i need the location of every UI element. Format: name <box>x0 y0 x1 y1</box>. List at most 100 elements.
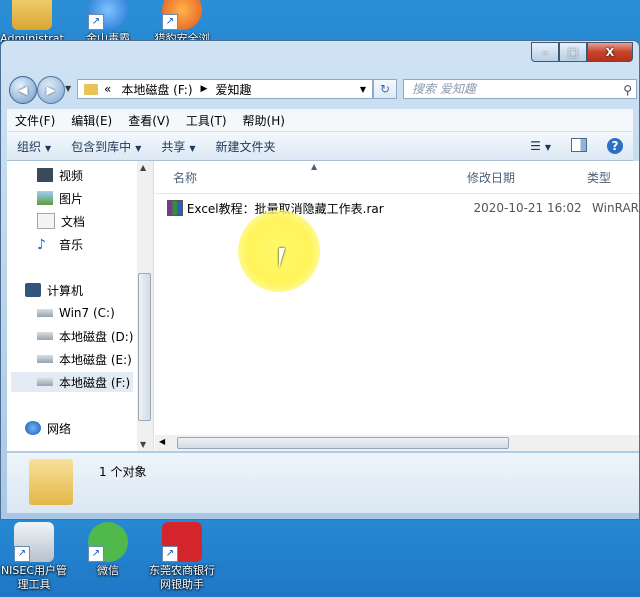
minimize-button[interactable]: – <box>531 42 559 62</box>
wechat-icon: ↗ <box>88 522 128 562</box>
search-icon[interactable]: ⚲ <box>623 81 632 99</box>
chevron-down-icon: ▼ <box>544 143 551 152</box>
antivirus-icon: ↗ <box>88 0 128 30</box>
chevron-down-icon: ▼ <box>135 143 142 153</box>
content-area: 视频 图片 文档 ♪ 音乐 计算机 Win7 (C:) 本地磁盘 (D:) 本地磁… <box>7 161 639 451</box>
picture-icon <box>37 191 53 205</box>
file-type: WinRAR <box>592 201 639 215</box>
scroll-up-icon: ▲ <box>140 163 147 172</box>
organize-button[interactable]: 组织 ▼ <box>7 138 61 155</box>
document-icon <box>37 213 55 229</box>
nav-item-drive-f[interactable]: 本地磁盘 (F:) <box>11 372 133 392</box>
back-button[interactable]: ◀ <box>9 76 37 104</box>
search-input[interactable]: 搜索 爱知趣 ⚲ <box>403 79 637 99</box>
shortcut-arrow-icon: ↗ <box>162 14 178 30</box>
address-segment-folder[interactable]: 爱知趣 <box>215 81 251 98</box>
desktop-icon-label: 微信 <box>97 564 119 577</box>
column-header-name[interactable]: 名称 <box>173 169 197 186</box>
menu-bar: 文件(F) 编辑(E) 查看(V) 工具(T) 帮助(H) <box>7 109 633 132</box>
desktop-icon-wechat[interactable]: ↗ 微信 <box>70 522 146 578</box>
recent-pages-chevron-icon[interactable]: ▼ <box>65 84 71 93</box>
desktop-icon-nisec[interactable]: ↗ NISEC用户管理工具 <box>0 522 72 592</box>
menu-view[interactable]: 查看(V) <box>120 112 178 129</box>
preview-pane-icon <box>571 137 587 152</box>
help-button[interactable]: ? <box>597 138 633 154</box>
navigation-pane: 视频 图片 文档 ♪ 音乐 计算机 Win7 (C:) 本地磁盘 (D:) 本地磁… <box>7 161 154 451</box>
file-list-hscrollbar[interactable]: ◀ <box>155 435 639 451</box>
drive-icon <box>37 332 53 340</box>
menu-edit[interactable]: 编辑(E) <box>63 112 120 129</box>
new-folder-button[interactable]: 新建文件夹 <box>206 138 286 155</box>
nav-item-drive-c[interactable]: Win7 (C:) <box>37 303 115 323</box>
large-folder-icon <box>29 459 73 505</box>
maximize-button[interactable]: □ <box>559 42 587 62</box>
nav-item-documents[interactable]: 文档 <box>37 211 85 231</box>
sort-ascending-icon: ▲ <box>311 162 318 171</box>
nav-item-music[interactable]: ♪ 音乐 <box>37 234 83 254</box>
refresh-button[interactable]: ↻ <box>373 79 397 99</box>
details-pane: 1 个对象 <box>7 453 639 513</box>
forward-arrow-icon: ▶ <box>46 83 56 97</box>
address-dropdown-icon[interactable]: ▼ <box>360 85 366 94</box>
file-list: 名称 ▲ 修改日期 类型 Excel教程：批量取消隐藏工作表.rar 2020-… <box>155 161 639 451</box>
menu-help[interactable]: 帮助(H) <box>235 112 293 129</box>
network-icon <box>25 421 41 435</box>
nav-scrollbar[interactable]: ▲ ▼ <box>137 161 153 451</box>
help-icon: ? <box>607 138 623 154</box>
system-drive-icon <box>37 309 53 317</box>
menu-file[interactable]: 文件(F) <box>7 112 63 129</box>
preview-pane-button[interactable] <box>561 137 597 155</box>
video-icon <box>37 168 53 182</box>
desktop-icon-bank[interactable]: ↗ 东莞农商银行网银助手 <box>144 522 220 592</box>
view-options-button[interactable]: ☰ ▼ <box>520 139 561 153</box>
scroll-down-icon: ▼ <box>140 440 147 449</box>
shortcut-arrow-icon: ↗ <box>162 546 178 562</box>
drive-icon <box>37 355 53 363</box>
browser-icon: ↗ <box>162 0 202 30</box>
hscrollbar-thumb[interactable] <box>177 437 509 449</box>
file-name: Excel教程：批量取消隐藏工作表.rar <box>186 201 384 216</box>
nav-item-drive-e[interactable]: 本地磁盘 (E:) <box>37 349 132 369</box>
back-arrow-icon: ◀ <box>18 83 28 97</box>
address-bar[interactable]: « 本地磁盘 (F:) ▶ 爱知趣 ▼ <box>77 79 373 99</box>
command-bar: 组织 ▼ 包含到库中 ▼ 共享 ▼ 新建文件夹 ☰ ▼ ? <box>7 132 633 161</box>
nav-item-videos[interactable]: 视频 <box>37 165 83 185</box>
chevron-down-icon: ▼ <box>189 143 196 153</box>
column-header-modified[interactable]: 修改日期 <box>467 169 515 186</box>
nav-item-network[interactable]: 网络 <box>25 418 71 438</box>
address-overflow[interactable]: « <box>104 82 111 96</box>
winrar-archive-icon <box>167 200 183 216</box>
music-icon: ♪ <box>37 237 46 253</box>
column-header-type[interactable]: 类型 <box>587 169 611 186</box>
navigation-bar: ◀ ▶ ▼ « 本地磁盘 (F:) ▶ 爱知趣 ▼ ↻ 搜索 爱知趣 ⚲ <box>7 74 637 104</box>
status-text: 1 个对象 <box>99 465 147 479</box>
tool-icon: ↗ <box>14 522 54 562</box>
include-library-button[interactable]: 包含到库中 ▼ <box>61 138 151 155</box>
file-modified: 2020-10-21 16:02 <box>473 201 582 215</box>
computer-icon <box>25 283 41 297</box>
nav-item-computer[interactable]: 计算机 <box>25 280 83 300</box>
shortcut-arrow-icon: ↗ <box>14 546 30 562</box>
desktop-icon-label: NISEC用户管理工具 <box>0 564 68 591</box>
shortcut-arrow-icon: ↗ <box>88 546 104 562</box>
refresh-icon: ↻ <box>379 82 391 96</box>
drive-icon <box>37 378 53 386</box>
address-segment-drive[interactable]: 本地磁盘 (F:) <box>121 81 192 98</box>
menu-tools[interactable]: 工具(T) <box>178 112 235 129</box>
nav-scrollbar-thumb[interactable] <box>138 273 151 421</box>
forward-button[interactable]: ▶ <box>37 76 65 104</box>
file-row[interactable]: Excel教程：批量取消隐藏工作表.rar 2020-10-21 16:02 W… <box>167 197 639 219</box>
column-headers: 名称 ▲ 修改日期 类型 <box>155 161 639 194</box>
caption-buttons: – □ X <box>531 42 633 62</box>
scroll-left-icon: ◀ <box>159 437 166 446</box>
breadcrumb-chevron-icon[interactable]: ▶ <box>201 84 208 94</box>
folder-icon <box>84 83 98 95</box>
close-button[interactable]: X <box>587 42 633 62</box>
share-button[interactable]: 共享 ▼ <box>151 138 205 155</box>
nav-item-pictures[interactable]: 图片 <box>37 188 83 208</box>
search-placeholder: 搜索 爱知趣 <box>412 82 476 96</box>
nav-item-drive-d[interactable]: 本地磁盘 (D:) <box>37 326 133 346</box>
explorer-window: – □ X ◀ ▶ ▼ « 本地磁盘 (F:) ▶ 爱知趣 ▼ ↻ 搜索 爱知趣… <box>0 40 640 520</box>
desktop-icon-label: 东莞农商银行网银助手 <box>149 564 215 591</box>
shortcut-arrow-icon: ↗ <box>88 14 104 30</box>
